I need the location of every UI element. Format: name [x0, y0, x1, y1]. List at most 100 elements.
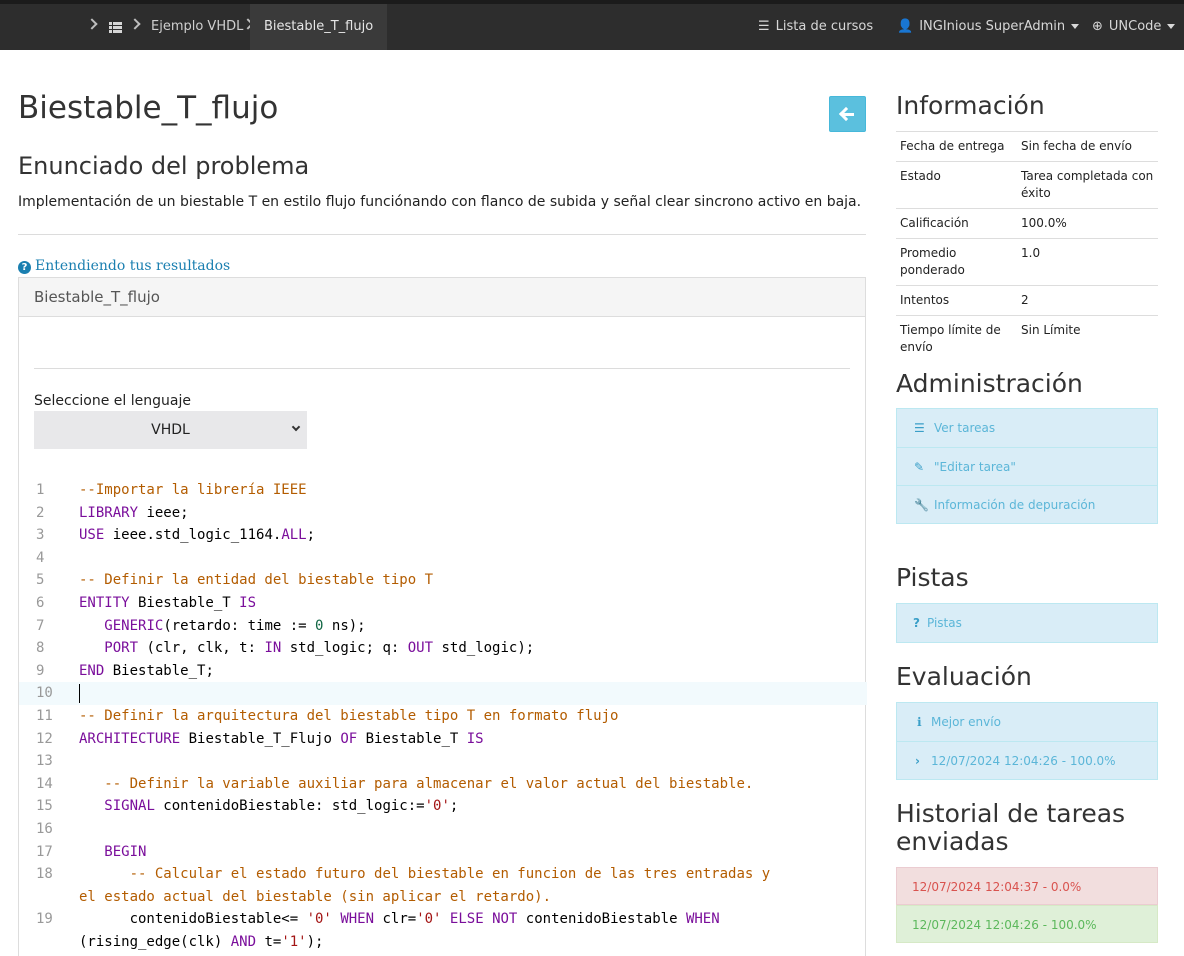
line-number: 12 [36, 730, 53, 747]
code-text: PORT (clr, clk, t: IN std_logic; q: OUT … [104, 640, 535, 657]
code-line[interactable]: 5 -- Definir la entidad del biestable tip… [19, 569, 867, 592]
code-line[interactable]: 19 contenidoBiestable<= '0' WHEN clr='0'… [19, 908, 867, 931]
task-statement: Implementación de un biestable T en esti… [18, 194, 862, 210]
code-text: -- Definir la arquitectura del biestable… [79, 707, 619, 724]
info-key: Intentos [896, 285, 1017, 316]
info-value: Sin fecha de envío [1017, 131, 1158, 162]
edit-task-label: "Editar tarea" [934, 460, 1016, 474]
info-row: Intentos 2 [896, 285, 1158, 316]
line-number: 6 [36, 594, 45, 611]
code-line[interactable]: 11 -- Definir la arquitectura del biestab… [19, 705, 867, 728]
arrow-left-icon [842, 113, 854, 116]
user-menu[interactable]: 👤 INGInious SuperAdmin [897, 4, 1080, 50]
divider [18, 234, 866, 235]
code-line[interactable]: 17 BEGIN [19, 841, 867, 864]
page-title: Biestable_T_flujo [18, 90, 279, 126]
best-submission-entry[interactable]: › 12/07/2024 12:04:26 - 100.0% [897, 741, 1157, 779]
course-list-icon[interactable] [109, 22, 122, 33]
breadcrumb-task[interactable]: Biestable_T_flujo [250, 4, 388, 50]
chevron-right-icon: › [915, 754, 920, 768]
courses-link-label: Lista de cursos [775, 19, 874, 34]
hints-link[interactable]: ? Pistas [897, 604, 1157, 642]
info-value: Tarea completada con éxito [1017, 161, 1158, 209]
language-select[interactable]: VHDL [34, 411, 307, 449]
chevron-down-icon [291, 422, 301, 432]
code-line[interactable]: 13 [19, 750, 867, 773]
code-text: (rising_edge(clk) AND t='1'); [79, 933, 324, 950]
evaluation-heading: Evaluación [896, 662, 1032, 691]
history-item[interactable]: 12/07/2024 12:04:37 - 0.0% [896, 867, 1158, 905]
info-row: Calificación 100.0% [896, 208, 1158, 239]
line-number: 8 [36, 640, 45, 657]
info-value: 100.0% [1017, 208, 1158, 239]
code-text: --Importar la librería IEEE [79, 482, 307, 498]
info-row: Tiempo límite de envío Sin Límite [896, 315, 1158, 362]
code-line[interactable]: 14 -- Definir la variable auxiliar para … [19, 773, 867, 796]
best-submission-item[interactable]: ℹ Mejor envío [897, 703, 1157, 741]
code-line[interactable]: 8 PORT (clr, clk, t: IN std_logic; q: OU… [19, 637, 867, 660]
code-line[interactable]: 18 -- Calcular el estado futuro del bies… [19, 863, 867, 886]
line-number: 2 [36, 504, 45, 521]
code-text: contenidoBiestable<= '0' WHEN clr='0' EL… [79, 911, 720, 928]
info-heading: Información [896, 91, 1045, 120]
code-line[interactable]: 15 SIGNAL contenidoBiestable: std_logic:… [19, 795, 867, 818]
info-key: Promedio ponderado [896, 238, 1017, 286]
code-line[interactable]: 1 --Importar la librería IEEE [19, 479, 867, 502]
code-text: -- Calcular el estado futuro del biestab… [129, 866, 771, 883]
info-row: Estado Tarea completada con éxito [896, 161, 1158, 209]
results-help-link[interactable]: ? Entendiendo tus resultados [18, 258, 230, 274]
edit-task-link[interactable]: ✎ "Editar tarea" [897, 447, 1157, 485]
courses-link[interactable]: ☰ Lista de cursos [758, 4, 873, 50]
user-menu-label: INGInious SuperAdmin [919, 19, 1066, 34]
line-number: 9 [36, 662, 45, 679]
statement-heading: Enunciado del problema [18, 152, 310, 180]
panel-title: Biestable_T_flujo [19, 278, 865, 317]
code-line[interactable]: (rising_edge(clk) AND t='1'); [19, 931, 867, 954]
caret-down-icon [1071, 24, 1080, 29]
breadcrumb-course[interactable]: Ejemplo VHDL [151, 4, 243, 50]
question-circle-icon: ? [18, 261, 31, 274]
line-number: 14 [36, 775, 53, 792]
code-text: LIBRARY ieee; [79, 504, 189, 521]
info-row: Fecha de entrega Sin fecha de envío [896, 131, 1158, 162]
org-menu-label: UNCode [1108, 19, 1162, 34]
code-line[interactable]: 2 LIBRARY ieee; [19, 502, 867, 525]
line-number: 7 [36, 617, 45, 634]
code-line[interactable]: 3 USE ieee.std_logic_1164.ALL; [19, 524, 867, 547]
code-text: END Biestable_T; [79, 662, 214, 679]
best-submission-label: Mejor envío [931, 715, 1001, 729]
results-help-label: Entendiendo tus resultados [35, 258, 231, 274]
view-tasks-link[interactable]: ☰ Ver tareas [897, 409, 1157, 447]
code-line[interactable]: 16 [19, 818, 867, 841]
line-number: 17 [36, 843, 53, 860]
info-value: Sin Límite [1017, 315, 1158, 362]
code-line[interactable]: el estado actual del biestable (sin apli… [19, 886, 867, 909]
language-select-value: VHDL [151, 422, 190, 438]
code-editor[interactable]: 1 --Importar la librería IEEE 2 LIBRARY iee… [19, 479, 867, 953]
code-text: SIGNAL contenidoBiestable: std_logic:='0… [104, 798, 459, 815]
history-item-label: 12/07/2024 12:04:37 - 0.0% [912, 880, 1082, 894]
code-line[interactable]: 10 [19, 682, 867, 705]
line-number: 18 [36, 866, 53, 883]
history-item[interactable]: 12/07/2024 12:04:26 - 100.0% [896, 905, 1158, 943]
code-line[interactable]: 7 GENERIC(retardo: time := 0 ns); [19, 615, 867, 638]
debug-info-link[interactable]: 🔧 Información de depuración [897, 485, 1157, 523]
line-number: 13 [36, 753, 53, 770]
wrench-icon: 🔧 [914, 498, 929, 512]
text-cursor [79, 684, 80, 704]
code-line[interactable]: 6 ENTITY Biestable_T IS [19, 592, 867, 615]
question-icon: ? [913, 616, 920, 630]
info-key: Estado [896, 161, 1017, 209]
back-button[interactable] [829, 96, 866, 132]
tasks-icon: ☰ [914, 421, 925, 435]
code-line[interactable]: 9 END Biestable_T; [19, 660, 867, 683]
info-value: 2 [1017, 285, 1158, 316]
evaluation-menu: ℹ Mejor envío › 12/07/2024 12:04:26 - 100.… [896, 702, 1158, 780]
info-key: Calificación [896, 208, 1017, 239]
code-line[interactable]: 4 [19, 547, 867, 570]
code-line[interactable]: 12 ARCHITECTURE Biestable_T_Flujo OF Bies… [19, 728, 867, 751]
line-number: 16 [36, 820, 53, 837]
line-number: 15 [36, 798, 53, 815]
history-heading: Historial de tareas enviadas [896, 799, 1126, 856]
org-menu[interactable]: ⊕ UNCode [1092, 4, 1176, 50]
